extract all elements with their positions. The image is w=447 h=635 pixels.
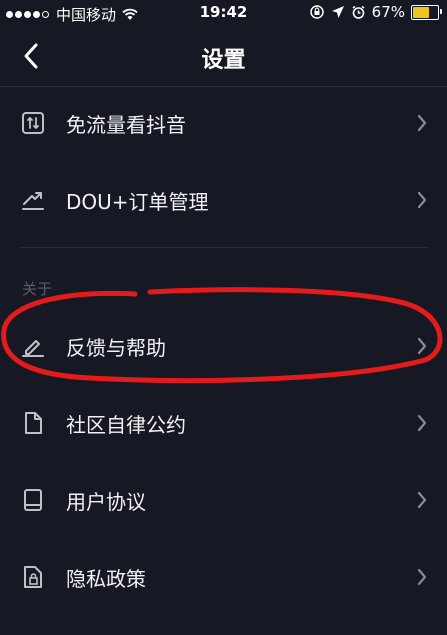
alarm-icon <box>352 5 365 19</box>
lock-folder-icon <box>24 566 42 588</box>
section-header-about: 关于 <box>22 280 53 298</box>
settings-item-dou-orders[interactable]: DOU+订单管理 <box>0 170 447 230</box>
chevron-right-icon <box>417 414 427 432</box>
nav-bar: 设置 <box>0 26 447 87</box>
chevron-right-icon <box>417 114 427 132</box>
settings-item-privacy-policy[interactable]: 隐私政策 <box>0 547 447 607</box>
chevron-right-icon <box>417 568 427 586</box>
page-title: 设置 <box>201 48 246 73</box>
settings-item-label: 社区自律公约 <box>66 413 186 437</box>
settings-item-label: 隐私政策 <box>66 567 146 591</box>
settings-item-feedback-help[interactable]: 反馈与帮助 <box>0 316 447 376</box>
battery-icon <box>411 4 442 20</box>
settings-item-community-guidelines[interactable]: 社区自律公约 <box>0 393 447 453</box>
status-bar: 中国移动 19:42 67% <box>0 0 447 26</box>
status-right: 67% <box>309 3 442 21</box>
section-divider <box>20 247 427 248</box>
data-saver-icon <box>22 112 44 134</box>
battery-level <box>413 6 430 18</box>
settings-item-label: 免流量看抖音 <box>66 113 186 137</box>
settings-item-free-data[interactable]: 免流量看抖音 <box>0 93 447 153</box>
trend-icon <box>22 192 44 210</box>
document-icon <box>25 412 42 434</box>
settings-item-label: 反馈与帮助 <box>66 336 166 360</box>
pencil-icon <box>22 340 44 357</box>
settings-item-label: 用户协议 <box>66 490 146 514</box>
battery-percentage: 67% <box>371 3 405 21</box>
chevron-right-icon <box>417 191 427 209</box>
book-icon <box>24 489 42 511</box>
rotation-lock-icon <box>309 5 324 19</box>
settings-item-user-agreement[interactable]: 用户协议 <box>0 470 447 530</box>
settings-item-label: DOU+订单管理 <box>66 190 209 214</box>
location-icon <box>331 6 344 18</box>
chevron-right-icon <box>417 337 427 355</box>
chevron-right-icon <box>417 491 427 509</box>
